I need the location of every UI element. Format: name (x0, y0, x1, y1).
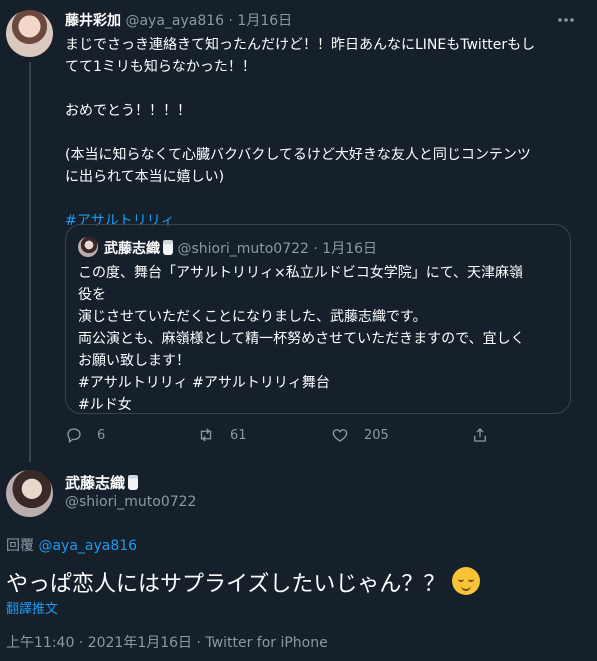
reply-count: 6 (97, 427, 106, 443)
author-name[interactable]: 藤井彩加 (65, 13, 121, 29)
tweet-line: (本当に知らなくて心臓バクバクしてるけど大好きな友人と同じコンテンツ (65, 147, 531, 163)
replying-prefix: 回覆 (6, 538, 34, 554)
tweet-line (65, 78, 585, 100)
reply-avatar[interactable] (6, 470, 53, 517)
tweet-line (65, 188, 585, 210)
tweet-line: おめでとう！！！！ (65, 103, 191, 119)
quote-line: この度、舞台「アサルトリリィ×私立ルドビコ女学院」にて、天津麻嶺 (78, 265, 524, 281)
retweet-count: 61 (230, 427, 247, 443)
thread-line (29, 62, 31, 462)
quote-text: この度、舞台「アサルトリリィ×私立ルドビコ女学院」にて、天津麻嶺 役を 演じさせ… (78, 262, 563, 416)
retweet-icon (200, 428, 212, 442)
quote-line: #アサルトリリィ #アサルトリリィ舞台 (78, 375, 330, 391)
replying-to: 回覆 @aya_aya816 (6, 535, 137, 555)
like-button[interactable]: 205 (330, 426, 389, 444)
bottle-emoji-icon (128, 475, 139, 490)
quote-avatar (78, 237, 98, 257)
bottle-emoji-icon (163, 240, 173, 255)
tweet-date[interactable]: 1月16日 (237, 13, 292, 29)
quote-line: 両公演とも、麻嶺様として精一杯努めさせていただきますので、宜しく (78, 331, 525, 347)
author-handle[interactable]: @aya_aya816 (125, 13, 224, 29)
tweet-line: まじでさっき連絡きて知ったんだけど！！昨日あんなにLINEもTwitterもし (65, 37, 536, 53)
reply-author-name[interactable]: 武藤志織 (65, 472, 139, 493)
retweet-button[interactable]: 61 (196, 426, 247, 444)
quote-header: 武藤志織 @shiori_muto0722 · 1月16日 (104, 238, 377, 258)
separator-dot: · (313, 241, 318, 257)
tweet-text: まじでさっき連絡きて知ったんだけど！！昨日あんなにLINEもTwitterもし … (65, 34, 585, 232)
reply-text-content: やっぱ恋人にはサプライズしたいじゃん？？ (6, 572, 446, 597)
quote-line: #ルド女 (78, 397, 132, 413)
reply-icon (67, 428, 81, 444)
reply-text: やっぱ恋人にはサプライズしたいじゃん？？ (6, 566, 481, 598)
quote-author-name: 武藤志織 (104, 241, 160, 257)
replying-to-link[interactable]: @aya_aya816 (38, 538, 137, 554)
avatar[interactable] (6, 10, 53, 57)
share-button[interactable] (470, 426, 504, 444)
separator-dot: · (228, 13, 233, 29)
tweet-header: 藤井彩加 @aya_aya816 · 1月16日 (65, 10, 292, 30)
quote-handle: @shiori_muto0722 (177, 241, 309, 257)
reply-handle[interactable]: @shiori_muto0722 (65, 494, 196, 510)
tweet-line: てて1ミリも知らなかった！！ (65, 59, 256, 75)
quote-line: お願い致します！ (78, 353, 190, 369)
reply-meta[interactable]: 上午11:40 · 2021年1月16日 · Twitter for iPhon… (6, 632, 328, 652)
tweet-line: に出られて本当に嬉しい) (65, 169, 225, 185)
more-icon[interactable] (556, 10, 576, 34)
tweet-line (65, 122, 585, 144)
heart-icon (332, 429, 348, 442)
quote-line: 役を (78, 287, 106, 303)
relieved-face-emoji-icon (452, 567, 481, 595)
translate-link[interactable]: 翻譯推文 (6, 598, 58, 617)
quote-line: 演じさせていただくことになりました、武藤志織です。 (78, 309, 427, 325)
reply-author-name-text: 武藤志織 (65, 474, 126, 492)
share-icon (474, 428, 486, 442)
like-count: 205 (364, 427, 389, 443)
reply-button[interactable]: 6 (65, 426, 105, 444)
quote-date: 1月16日 (322, 241, 378, 257)
